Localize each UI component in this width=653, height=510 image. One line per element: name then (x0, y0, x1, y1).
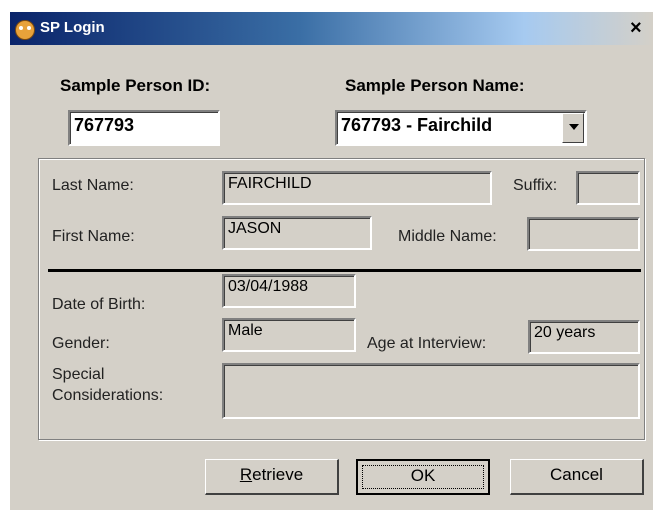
ok-label: OK (410, 466, 436, 485)
window-title: SP Login (40, 19, 105, 36)
close-icon: × (630, 17, 642, 39)
gender-field: Male (222, 318, 356, 352)
sp-login-window: SP Login × Sample Person ID: 767793 Samp… (10, 12, 653, 510)
retrieve-label: etrieve (252, 465, 304, 484)
suffix-field (576, 171, 640, 205)
age-at-interview-label: Age at Interview: (367, 335, 487, 352)
sample-person-id-value: 767793 (74, 115, 135, 135)
monkey-app-icon (15, 20, 35, 40)
special-considerations-field (222, 363, 640, 419)
age-at-interview-value: 20 years (534, 324, 596, 341)
section-divider (48, 269, 641, 272)
sample-person-id-input[interactable]: 767793 (68, 110, 220, 146)
ok-button[interactable]: OK (356, 459, 490, 495)
special-considerations-label-line1: Special (52, 366, 105, 383)
last-name-value: FAIRCHILD (228, 175, 312, 192)
date-of-birth-value: 03/04/1988 (228, 278, 309, 295)
middle-name-field (527, 217, 640, 251)
first-name-label: First Name: (52, 228, 135, 245)
cancel-label: Cancel (550, 465, 603, 484)
sample-person-name-label: Sample Person Name: (345, 76, 525, 95)
cancel-button[interactable]: Cancel (510, 459, 644, 495)
first-name-value: JASON (228, 220, 282, 237)
date-of-birth-field: 03/04/1988 (222, 274, 356, 308)
retrieve-button[interactable]: Retrieve (205, 459, 339, 495)
suffix-label: Suffix: (513, 177, 558, 194)
sample-person-id-label: Sample Person ID: (60, 76, 211, 95)
retrieve-mnemonic: R (239, 465, 253, 484)
last-name-field: FAIRCHILD (222, 171, 492, 205)
sample-person-name-value: 767793 - Fairchild (341, 115, 493, 135)
gender-value: Male (228, 322, 263, 339)
special-considerations-label-line2: Considerations: (52, 387, 164, 404)
date-of-birth-label: Date of Birth: (52, 296, 146, 313)
close-button[interactable]: × (630, 17, 653, 40)
chevron-down-icon[interactable] (562, 113, 584, 143)
title-bar[interactable]: SP Login × (10, 12, 653, 45)
first-name-field: JASON (222, 216, 372, 250)
last-name-label: Last Name: (52, 177, 134, 194)
age-at-interview-field: 20 years (528, 320, 640, 354)
sample-person-name-dropdown[interactable]: 767793 - Fairchild (335, 110, 587, 146)
middle-name-label: Middle Name: (398, 228, 497, 245)
gender-label: Gender: (52, 335, 110, 352)
